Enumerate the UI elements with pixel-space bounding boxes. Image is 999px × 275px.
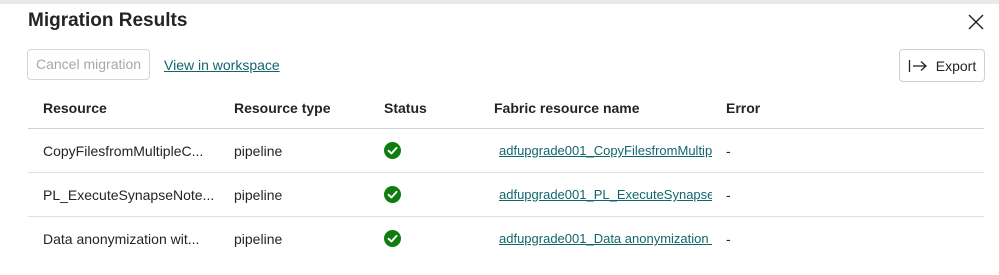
dialog-title: Migration Results — [28, 10, 188, 31]
column-header-resource-type[interactable]: Resource type — [234, 88, 364, 128]
error-cell: - — [726, 230, 731, 247]
fabric-name-cell: adfupgrade001_Data anonymization with Pr… — [499, 217, 712, 260]
status-cell — [384, 217, 474, 260]
export-button[interactable]: Export — [899, 49, 985, 82]
table-row[interactable]: CopyFilesfromMultipleC... pipeline adfup… — [28, 129, 984, 173]
resource-type-cell: pipeline — [234, 230, 283, 247]
fabric-resource-link[interactable]: adfupgrade001_Data anonymization with Pr… — [499, 231, 712, 246]
column-header-error[interactable]: Error — [726, 88, 806, 128]
close-icon — [968, 14, 984, 30]
toolbar: Cancel migration View in workspace Expor… — [27, 49, 985, 82]
column-header-resource[interactable]: Resource — [43, 88, 218, 128]
resource-cell: CopyFilesfromMultipleC... — [43, 142, 204, 159]
column-header-fabric-resource-name[interactable]: Fabric resource name — [494, 88, 724, 128]
fabric-name-cell: adfupgrade001_PL_ExecuteSynapseNotebook — [499, 173, 712, 216]
cancel-migration-button[interactable]: Cancel migration — [27, 49, 151, 80]
view-in-workspace-link[interactable]: View in workspace — [164, 57, 280, 73]
results-table: Resource Resource type Status Fabric res… — [28, 88, 984, 260]
resource-type-cell: pipeline — [234, 186, 283, 203]
table-row[interactable]: PL_ExecuteSynapseNote... pipeline adfupg… — [28, 173, 984, 217]
fabric-resource-link[interactable]: adfupgrade001_PL_ExecuteSynapseNotebook — [499, 187, 712, 202]
fabric-name-cell: adfupgrade001_CopyFilesfromMultipleConta… — [499, 129, 712, 172]
success-check-icon — [384, 142, 401, 159]
column-header-status[interactable]: Status — [384, 88, 474, 128]
close-button[interactable] — [964, 10, 988, 34]
error-cell: - — [726, 142, 731, 159]
resource-cell: PL_ExecuteSynapseNote... — [43, 186, 215, 203]
error-cell: - — [726, 186, 731, 203]
export-label: Export — [935, 57, 977, 74]
top-divider — [0, 0, 999, 4]
table-row[interactable]: Data anonymization wit... pipeline adfup… — [28, 217, 984, 260]
resource-type-cell: pipeline — [234, 142, 283, 159]
resource-cell: Data anonymization wit... — [43, 230, 200, 247]
fabric-resource-link[interactable]: adfupgrade001_CopyFilesfromMultipleConta… — [499, 143, 712, 158]
success-check-icon — [384, 230, 401, 247]
status-cell — [384, 173, 474, 216]
table-header-row: Resource Resource type Status Fabric res… — [28, 88, 984, 129]
success-check-icon — [384, 186, 401, 203]
status-cell — [384, 129, 474, 172]
export-arrow-icon — [908, 59, 927, 72]
